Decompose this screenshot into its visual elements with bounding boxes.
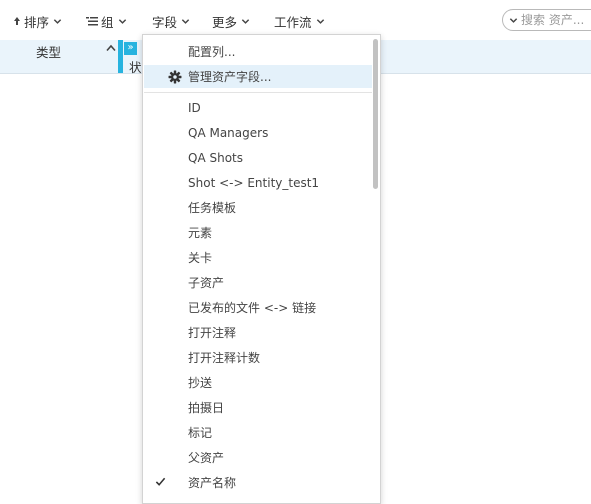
workflow-button[interactable]: 工作流 xyxy=(274,12,325,30)
menu-item-label: 关卡 xyxy=(188,251,213,265)
menu-item-field[interactable]: 拍摄日 xyxy=(144,396,372,419)
workflow-label: 工作流 xyxy=(274,14,312,30)
menu-item-label: 已发布的文件 <-> 链接 xyxy=(188,301,317,315)
menu-item-label: 配置列... xyxy=(188,45,236,59)
more-label: 更多 xyxy=(212,14,238,30)
chevron-down-icon xyxy=(316,18,324,24)
menu-item-field[interactable]: QA Managers xyxy=(144,121,372,144)
fields-dropdown-menu: 配置列... 管理资产字段... ID QA Managers QA Shots… xyxy=(142,34,381,504)
menu-item-field[interactable]: 子资产 xyxy=(144,271,372,294)
column-header-status[interactable]: 状 xyxy=(129,57,142,76)
column-resize-handle[interactable] xyxy=(118,40,123,73)
search-input[interactable] xyxy=(521,13,591,27)
gear-icon xyxy=(168,70,182,84)
menu-item-label: 标记 xyxy=(188,426,213,440)
group-label: 组 xyxy=(101,14,114,30)
menu-item-field[interactable]: 关卡 xyxy=(144,246,372,269)
fields-label: 字段 xyxy=(152,14,178,30)
menu-item-field-checked[interactable]: 资产名称 xyxy=(144,471,372,494)
menu-item-label: 打开注释 xyxy=(188,326,237,340)
group-button[interactable]: 组 xyxy=(86,12,127,30)
menu-divider xyxy=(144,92,372,93)
menu-item-label: Shot <-> Entity_test1 xyxy=(188,175,320,190)
menu-item-label: 资产名称 xyxy=(188,476,237,490)
menu-item-configure-columns[interactable]: 配置列... xyxy=(144,40,372,63)
check-icon xyxy=(155,477,166,486)
fields-button[interactable]: 字段 xyxy=(152,12,190,30)
menu-item-field[interactable]: 已发布的文件 <-> 链接 xyxy=(144,296,372,319)
menu-item-field[interactable]: 打开注释计数 xyxy=(144,346,372,369)
menu-item-label: 管理资产字段... xyxy=(188,70,272,84)
menu-item-label: 拍摄日 xyxy=(188,401,225,415)
menu-item-label: QA Managers xyxy=(188,125,269,140)
menu-item-field[interactable]: 抄送 xyxy=(144,371,372,394)
sort-button[interactable]: 排序 xyxy=(13,12,62,30)
sort-arrow-icon xyxy=(14,17,20,25)
chevron-down-icon[interactable] xyxy=(509,16,518,25)
more-button[interactable]: 更多 xyxy=(212,12,250,30)
expand-column-button[interactable]: » xyxy=(124,42,137,55)
menu-item-field[interactable]: QA Shots xyxy=(144,146,372,169)
chevron-down-icon xyxy=(53,18,62,24)
sort-ascending-icon[interactable] xyxy=(106,44,116,52)
menu-item-field[interactable]: Shot <-> Entity_test1 xyxy=(144,171,372,194)
menu-item-label: 子资产 xyxy=(188,276,225,290)
search-box[interactable] xyxy=(502,9,591,31)
chevron-down-icon xyxy=(181,18,190,24)
menu-item-field[interactable]: 父资产 xyxy=(144,446,372,469)
menu-item-field[interactable]: 任务模板 xyxy=(144,196,372,219)
menu-item-field[interactable]: ID xyxy=(144,96,372,119)
menu-item-label: 打开注释计数 xyxy=(188,351,261,365)
menu-item-field[interactable]: 打开注释 xyxy=(144,321,372,344)
sort-label: 排序 xyxy=(24,14,50,30)
chevron-down-icon xyxy=(241,18,250,24)
menu-item-label: 抄送 xyxy=(188,376,213,390)
menu-item-field[interactable]: 标记 xyxy=(144,421,372,444)
column-header-type[interactable]: 类型 xyxy=(36,42,61,61)
menu-scrollbar-thumb[interactable] xyxy=(373,39,378,189)
menu-item-field[interactable]: 元素 xyxy=(144,221,372,244)
menu-item-label: 任务模板 xyxy=(188,201,237,215)
menu-item-manage-fields[interactable]: 管理资产字段... xyxy=(144,65,372,88)
menu-item-label: QA Shots xyxy=(188,150,243,165)
menu-item-label: ID xyxy=(188,100,201,115)
chevron-down-icon xyxy=(118,18,126,24)
menu-item-label: 元素 xyxy=(188,226,213,240)
menu-item-label: 父资产 xyxy=(188,451,225,465)
group-list-icon xyxy=(86,17,98,26)
